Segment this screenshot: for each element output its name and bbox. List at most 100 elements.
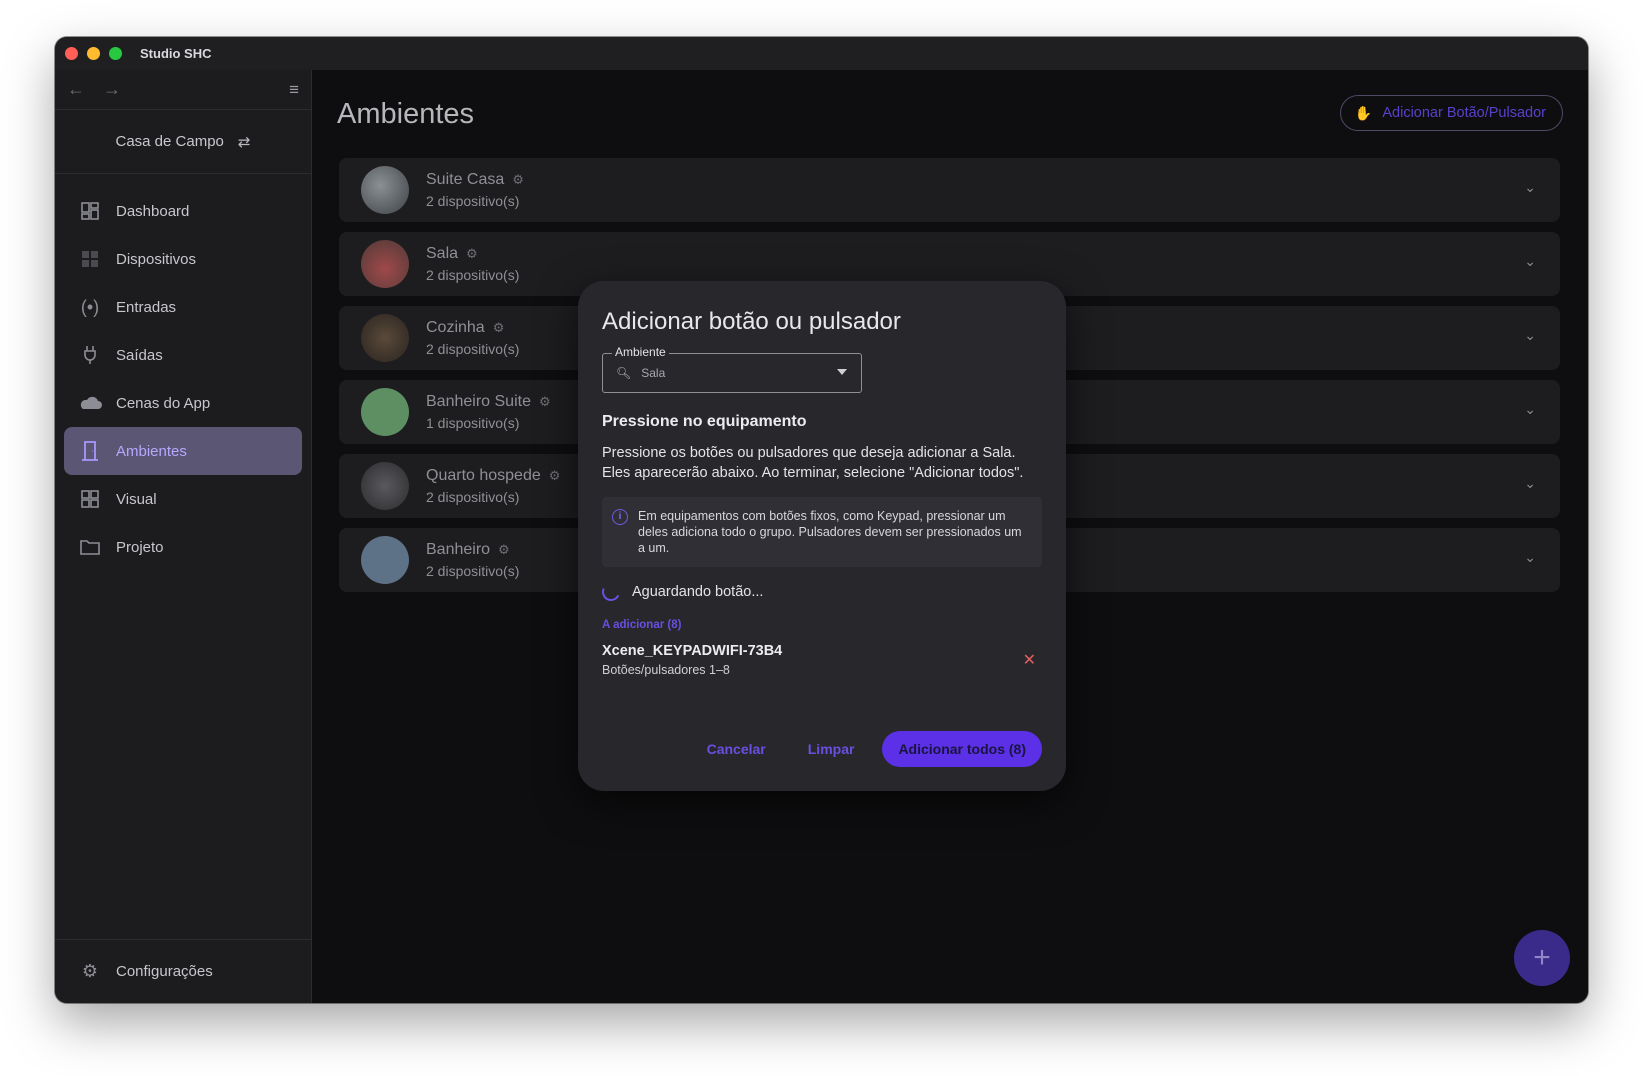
room-name: Banheiro bbox=[426, 541, 491, 558]
dialog-actions: Cancelar Limpar Adicionar todos (8) bbox=[693, 731, 1042, 767]
sidebar-item-ambientes[interactable]: Ambientes bbox=[64, 427, 302, 475]
info-text: Em equipamentos com botões fixos, como K… bbox=[638, 509, 1022, 555]
title-bar: Studio SHC bbox=[55, 37, 1588, 70]
room-row[interactable]: Suite Casa ⚙ 2 dispositivo(s) ⌄ bbox=[339, 158, 1560, 222]
room-device-count: 2 dispositivo(s) bbox=[426, 341, 520, 357]
sidebar-item-dashboard[interactable]: Dashboard bbox=[64, 187, 302, 235]
sidebar-item-saidas[interactable]: Saídas bbox=[64, 331, 302, 379]
dialog-description: Pressione os botões ou pulsadores que de… bbox=[602, 445, 1024, 481]
room-name: Quarto hospede bbox=[426, 467, 541, 484]
project-name: Casa de Campo bbox=[115, 133, 224, 150]
room-avatar bbox=[361, 462, 409, 510]
gear-icon[interactable]: ⚙ bbox=[549, 468, 561, 484]
sidebar-item-projeto[interactable]: Projeto bbox=[64, 523, 302, 571]
sidebar-item-dispositivos[interactable]: Dispositivos bbox=[64, 235, 302, 283]
menu-collapse-icon[interactable]: ≡ bbox=[289, 80, 299, 100]
sidebar-item-label: Projeto bbox=[116, 538, 164, 556]
arrow-right-icon[interactable]: → bbox=[103, 79, 139, 100]
section-title: Pressione no equipamento bbox=[602, 413, 807, 430]
window-title: Studio SHC bbox=[140, 46, 212, 61]
chevron-down-icon[interactable]: ⌄ bbox=[1524, 475, 1536, 492]
close-window-button[interactable] bbox=[65, 47, 78, 60]
search-icon: 🔍︎ bbox=[616, 366, 632, 380]
gear-icon: ⚙ bbox=[81, 961, 99, 981]
room-name: Cozinha bbox=[426, 319, 485, 336]
room-avatar bbox=[361, 536, 409, 584]
chevron-down-icon[interactable]: ⌄ bbox=[1524, 549, 1536, 566]
sidebar-item-label: Configurações bbox=[116, 963, 213, 980]
sidebar-item-label: Saídas bbox=[116, 346, 163, 364]
room-name: Suite Casa bbox=[426, 171, 505, 188]
waiting-text: Aguardando botão... bbox=[632, 584, 764, 600]
project-switcher[interactable]: Casa de Campo ⇄ bbox=[55, 110, 311, 174]
room-avatar bbox=[361, 314, 409, 362]
sidebar-item-label: Cenas do App bbox=[116, 394, 211, 412]
to-add-label: A adicionar (8) bbox=[602, 619, 682, 631]
chevron-down-icon[interactable]: ⌄ bbox=[1524, 179, 1536, 196]
room-device-count: 2 dispositivo(s) bbox=[426, 193, 520, 209]
window-controls bbox=[65, 47, 122, 60]
ambiente-select[interactable]: Ambiente 🔍︎ Sala bbox=[602, 345, 862, 393]
waiting-status: Aguardando botão... bbox=[599, 580, 1042, 604]
room-device-count: 1 dispositivo(s) bbox=[426, 415, 520, 431]
minimize-window-button[interactable] bbox=[87, 47, 100, 60]
chevron-down-icon[interactable]: ⌄ bbox=[1524, 253, 1536, 270]
maximize-window-button[interactable] bbox=[109, 47, 122, 60]
room-avatar bbox=[361, 166, 409, 214]
sidebar-toolbar: ← → ≡ bbox=[55, 70, 311, 110]
info-box: i Em equipamentos com botões fixos, como… bbox=[602, 497, 1042, 567]
sidebar-menu: Dashboard Dispositivos (•) Entradas Saíd… bbox=[55, 174, 311, 571]
item-subtitle: Botões/pulsadores 1–8 bbox=[602, 663, 730, 677]
ambiente-value: Sala bbox=[641, 366, 666, 380]
add-button-pulsador-button[interactable]: ✋ Adicionar Botão/Pulsador bbox=[1339, 95, 1563, 131]
cancel-button[interactable]: Cancelar bbox=[693, 733, 780, 765]
room-avatar bbox=[361, 388, 409, 436]
chevron-down-icon[interactable]: ⌄ bbox=[1524, 401, 1536, 418]
room-device-count: 2 dispositivo(s) bbox=[426, 563, 520, 579]
door-icon bbox=[78, 439, 102, 463]
gear-icon[interactable]: ⚙ bbox=[512, 172, 524, 188]
page-title: Ambientes bbox=[337, 98, 475, 130]
add-button-label: Adicionar Botão/Pulsador bbox=[1382, 105, 1546, 121]
item-name: Xcene_KEYPADWIFI-73B4 bbox=[602, 643, 783, 659]
folder-icon bbox=[78, 535, 102, 559]
add-button-dialog: Adicionar botão ou pulsador Ambiente 🔍︎ … bbox=[578, 281, 1066, 791]
plug-icon bbox=[78, 343, 102, 367]
sidebar-item-label: Dashboard bbox=[116, 202, 190, 220]
gear-icon[interactable]: ⚙ bbox=[539, 394, 551, 410]
room-avatar bbox=[361, 240, 409, 288]
broadcast-icon: (•) bbox=[80, 296, 100, 317]
ambiente-label: Ambiente bbox=[612, 345, 669, 359]
close-icon[interactable]: ✕ bbox=[1023, 650, 1036, 670]
add-fab-button[interactable]: + bbox=[1514, 930, 1570, 986]
sidebar-item-label: Visual bbox=[116, 490, 157, 508]
arrow-left-icon[interactable]: ← bbox=[67, 79, 103, 100]
chevron-down-icon[interactable]: ⌄ bbox=[1524, 327, 1536, 344]
gear-icon[interactable]: ⚙ bbox=[466, 246, 478, 262]
room-name: Sala bbox=[426, 245, 459, 262]
grid-icon bbox=[78, 487, 102, 511]
room-device-count: 2 dispositivo(s) bbox=[426, 267, 520, 283]
list-item: Xcene_KEYPADWIFI-73B4 Botões/pulsadores … bbox=[602, 643, 1042, 677]
spinner-icon bbox=[599, 580, 623, 604]
sidebar-footer: ⚙ Configurações bbox=[55, 939, 311, 1003]
gear-icon[interactable]: ⚙ bbox=[498, 542, 510, 558]
dashboard-icon bbox=[78, 199, 102, 223]
sidebar-item-configuracoes[interactable]: ⚙ Configurações bbox=[64, 948, 302, 996]
sidebar-item-visual[interactable]: Visual bbox=[64, 475, 302, 523]
sidebar-item-label: Dispositivos bbox=[116, 250, 197, 268]
caret-down-icon bbox=[837, 369, 847, 375]
sidebar-item-entradas[interactable]: (•) Entradas bbox=[64, 283, 302, 331]
cloud-icon bbox=[78, 391, 102, 415]
sidebar: ← → ≡ Casa de Campo ⇄ Dashboard Disposit… bbox=[55, 70, 312, 1003]
info-icon: i bbox=[612, 509, 628, 525]
clear-button[interactable]: Limpar bbox=[794, 733, 869, 765]
dialog-title: Adicionar botão ou pulsador bbox=[602, 308, 901, 335]
devices-icon bbox=[78, 247, 102, 271]
add-all-button[interactable]: Adicionar todos (8) bbox=[882, 731, 1042, 767]
sidebar-item-label: Ambientes bbox=[116, 442, 187, 460]
gear-icon[interactable]: ⚙ bbox=[493, 320, 505, 336]
room-device-count: 2 dispositivo(s) bbox=[426, 489, 520, 505]
sidebar-item-cenas[interactable]: Cenas do App bbox=[64, 379, 302, 427]
sidebar-item-label: Entradas bbox=[116, 298, 177, 316]
